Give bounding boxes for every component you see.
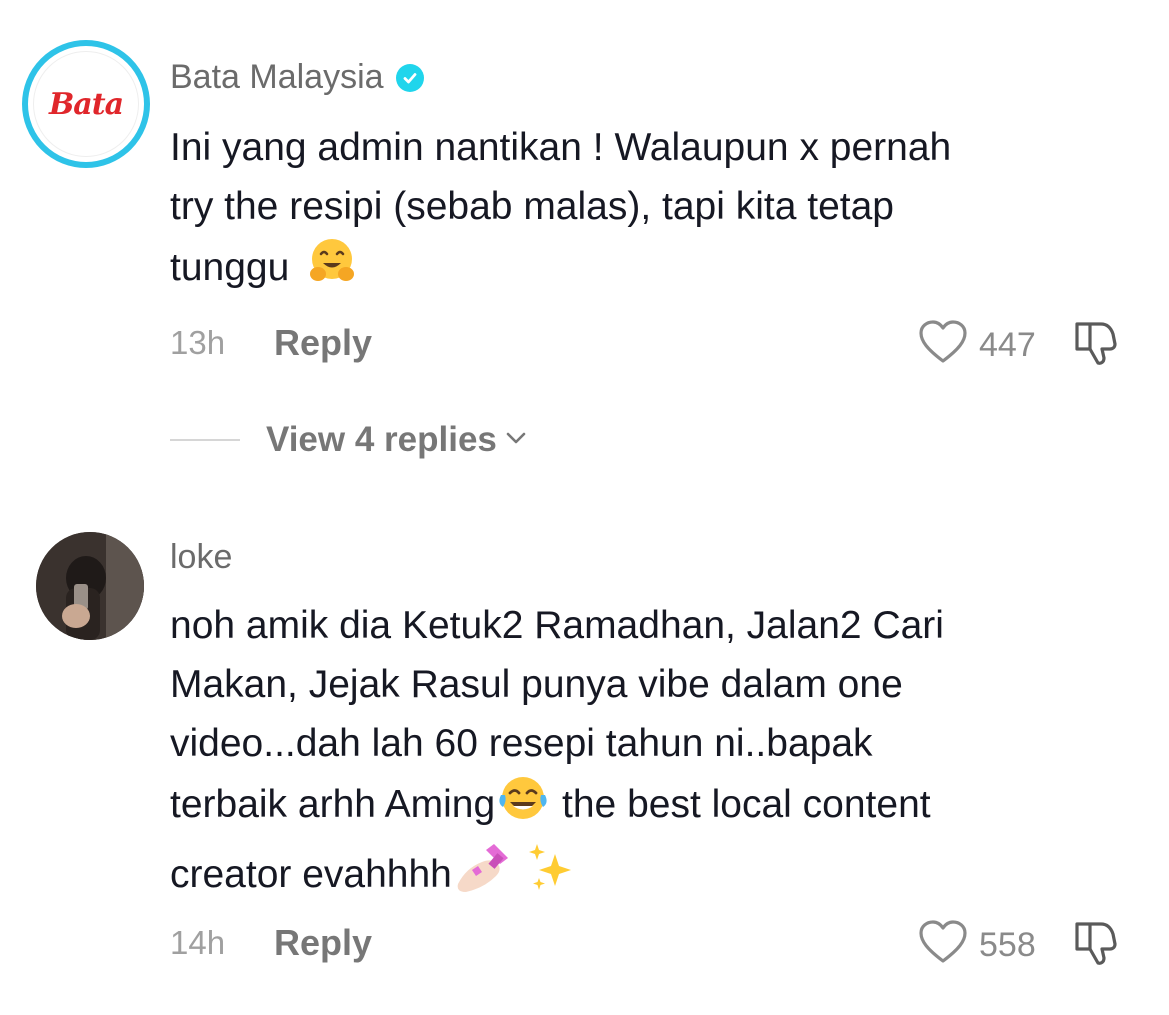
avatar-inner: Bata [33,51,139,157]
heart-icon[interactable] [917,919,969,972]
comment-line: try the resipi (sebab malas), tapi kita … [170,185,894,228]
comment-line-with-emoji: creator evahhhh [170,840,1130,913]
chevron-down-icon [505,431,527,450]
avatar-photo [36,532,144,640]
comment-text: noh amik dia Ketuk2 Ramadhan, Jalan2 Car… [170,596,1130,913]
comment-line: terbaik arhh Aming [170,782,496,826]
dislike-icon[interactable] [1071,918,1121,973]
username[interactable]: Bata Malaysia [170,58,424,97]
username[interactable]: loke [170,538,232,577]
reply-button[interactable]: Reply [274,922,372,964]
bata-logo: Bata [48,86,124,122]
divider-line [170,439,240,441]
tears-of-joy-icon [495,773,551,840]
verified-badge-icon [395,63,424,92]
dislike-icon[interactable] [1071,318,1121,373]
like-group: 558 [917,918,1121,973]
view-replies-label: View 4 replies [266,420,497,459]
comment-meta: 14h Reply [170,922,372,964]
hugging-face-icon [304,236,360,303]
comment-line: noh amik dia Ketuk2 Ramadhan, Jalan2 Car… [170,604,944,647]
comment-line-with-emoji: tunggu [170,236,1130,303]
comment-line: creator evahhhh [170,852,452,896]
like-count: 558 [979,926,1036,964]
comment-line: Ini yang admin nantikan ! Walaupun x per… [170,126,952,169]
comment-line-with-emoji: terbaik arhh Aming the best local conten… [170,773,1130,840]
sparkles-icon [525,840,577,913]
username-text: Bata Malaysia [170,58,384,96]
avatar[interactable] [36,532,144,640]
like-count: 447 [979,326,1036,364]
reply-button[interactable]: Reply [274,322,372,364]
avatar[interactable]: Bata [22,40,150,168]
comment-time: 14h [170,924,226,961]
comment-line: tunggu [170,245,290,289]
view-replies-button[interactable]: View 4 replies [170,420,527,460]
comment-time: 13h [170,324,226,361]
comment-line: the best local content [551,782,931,826]
comment-meta: 13h Reply [170,322,372,364]
comment-text: Ini yang admin nantikan ! Walaupun x per… [170,118,1130,303]
comment-line: video...dah lah 60 resepi tahun ni..bapa… [170,722,873,765]
like-group: 447 [917,318,1121,373]
nail-polish-icon [452,840,514,913]
username-text: loke [170,538,233,576]
heart-icon[interactable] [917,319,969,372]
comment-line: Makan, Jejak Rasul punya vibe dalam one [170,663,903,706]
